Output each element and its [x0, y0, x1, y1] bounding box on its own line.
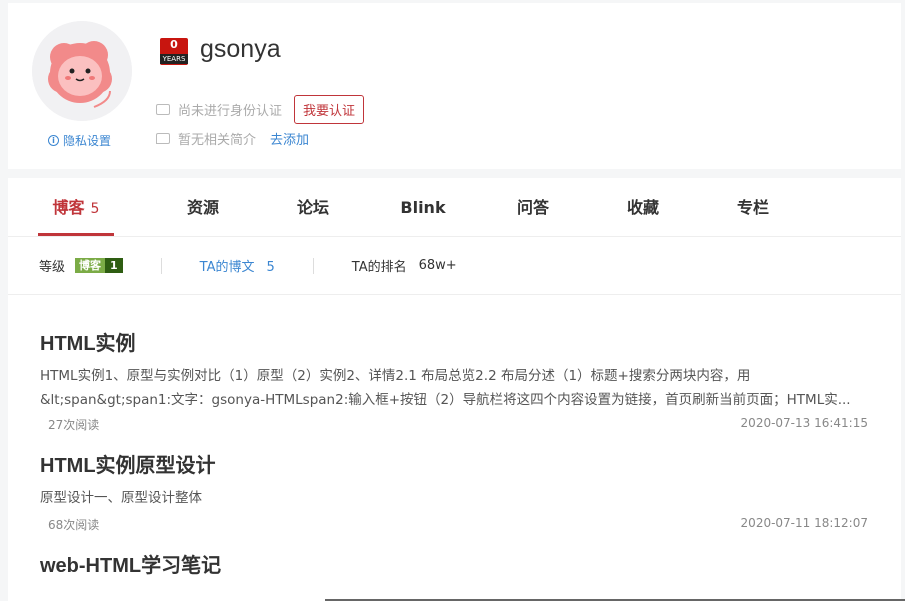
bio-add-link[interactable]: 去添加	[270, 129, 309, 148]
years-badge: 0 YEARS	[160, 38, 188, 65]
tab-forum[interactable]: 论坛	[258, 178, 368, 236]
rank-label: TA的排名	[351, 260, 407, 275]
main-content: 博客 5 资源 论坛 Blink 问答 收藏 专栏 等级 博客 1 TA的博文 5 …	[8, 178, 901, 601]
rank-value: 68w+	[418, 258, 457, 273]
profile-card: i 隐私设置 0 YEARS gsonya 尚未进行身份认证 我要认证 暂无相关…	[8, 3, 901, 169]
posts-count: 5	[266, 260, 275, 275]
tab-resources[interactable]: 资源	[148, 178, 258, 236]
article-title[interactable]: HTML实例	[40, 327, 868, 356]
verify-status: 尚未进行身份认证	[178, 104, 283, 119]
stats-bar: 等级 博客 1 TA的博文 5 TA的排名 68w+	[8, 237, 901, 295]
username: gsonya	[200, 35, 281, 63]
article-meta: 27次阅读 2020-07-13 16:41:15	[40, 416, 868, 433]
tab-favorites[interactable]: 收藏	[588, 178, 698, 236]
article-title[interactable]: HTML实例原型设计	[40, 449, 868, 478]
comment-icon	[156, 133, 170, 144]
tab-blog[interactable]: 博客 5	[38, 178, 114, 236]
bio-status: 暂无相关简介	[178, 133, 257, 148]
article-item[interactable]: web-HTML学习笔记	[40, 549, 868, 578]
bio-row: 暂无相关简介 去添加	[156, 129, 309, 148]
article-desc: HTML实例1、原型与实例对比（1）原型（2）实例2、详情2.1 布局总览2.2…	[40, 368, 751, 384]
tab-blog-count: 5	[90, 201, 100, 217]
avatar[interactable]	[32, 21, 132, 121]
article-date: 2020-07-13 16:41:15	[740, 416, 868, 430]
level-badge-value: 1	[105, 258, 123, 273]
years-badge-label: YEARS	[160, 54, 188, 64]
posts-label: TA的博文	[199, 260, 255, 275]
article-date: 2020-07-11 18:12:07	[740, 516, 868, 530]
years-badge-number: 0	[170, 38, 178, 51]
divider	[160, 257, 162, 274]
divider	[312, 257, 314, 274]
article-desc: 原型设计一、原型设计整体	[40, 490, 202, 506]
article-title[interactable]: web-HTML学习笔记	[40, 549, 868, 578]
article-item[interactable]: HTML实例原型设计 原型设计一、原型设计整体 68次阅读 2020-07-11…	[40, 449, 868, 533]
posts-link[interactable]: TA的博文 5	[200, 256, 275, 275]
verify-button[interactable]: 我要认证	[294, 95, 365, 124]
article-reads: 68次阅读	[48, 518, 100, 532]
article-list: HTML实例 HTML实例1、原型与实例对比（1）原型（2）实例2、详情2.1 …	[8, 295, 901, 578]
article-meta: 68次阅读 2020-07-11 18:12:07	[40, 516, 868, 533]
article-desc: &lt;span&gt;span1:文字：gsonya-HTMLspan2:输入…	[40, 392, 851, 408]
tab-qa[interactable]: 问答	[478, 178, 588, 236]
verify-row: 尚未进行身份认证 我要认证	[156, 95, 365, 124]
privacy-settings-link[interactable]: i 隐私设置	[48, 132, 111, 149]
tab-columns[interactable]: 专栏	[698, 178, 808, 236]
tab-blink[interactable]: Blink	[368, 178, 478, 236]
level-badge-name: 博客	[75, 258, 106, 273]
privacy-label: 隐私设置	[63, 134, 112, 148]
tab-blog-label: 博客	[52, 198, 85, 217]
article-item[interactable]: HTML实例 HTML实例1、原型与实例对比（1）原型（2）实例2、详情2.1 …	[40, 327, 868, 433]
level-badge: 博客 1	[75, 258, 123, 273]
article-reads: 27次阅读	[48, 418, 100, 432]
profile-tabs: 博客 5 资源 论坛 Blink 问答 收藏 专栏	[8, 178, 901, 237]
level-label: 等级	[39, 260, 66, 275]
avatar-image	[32, 21, 132, 121]
id-card-icon	[156, 104, 170, 115]
info-icon: i	[48, 135, 59, 146]
